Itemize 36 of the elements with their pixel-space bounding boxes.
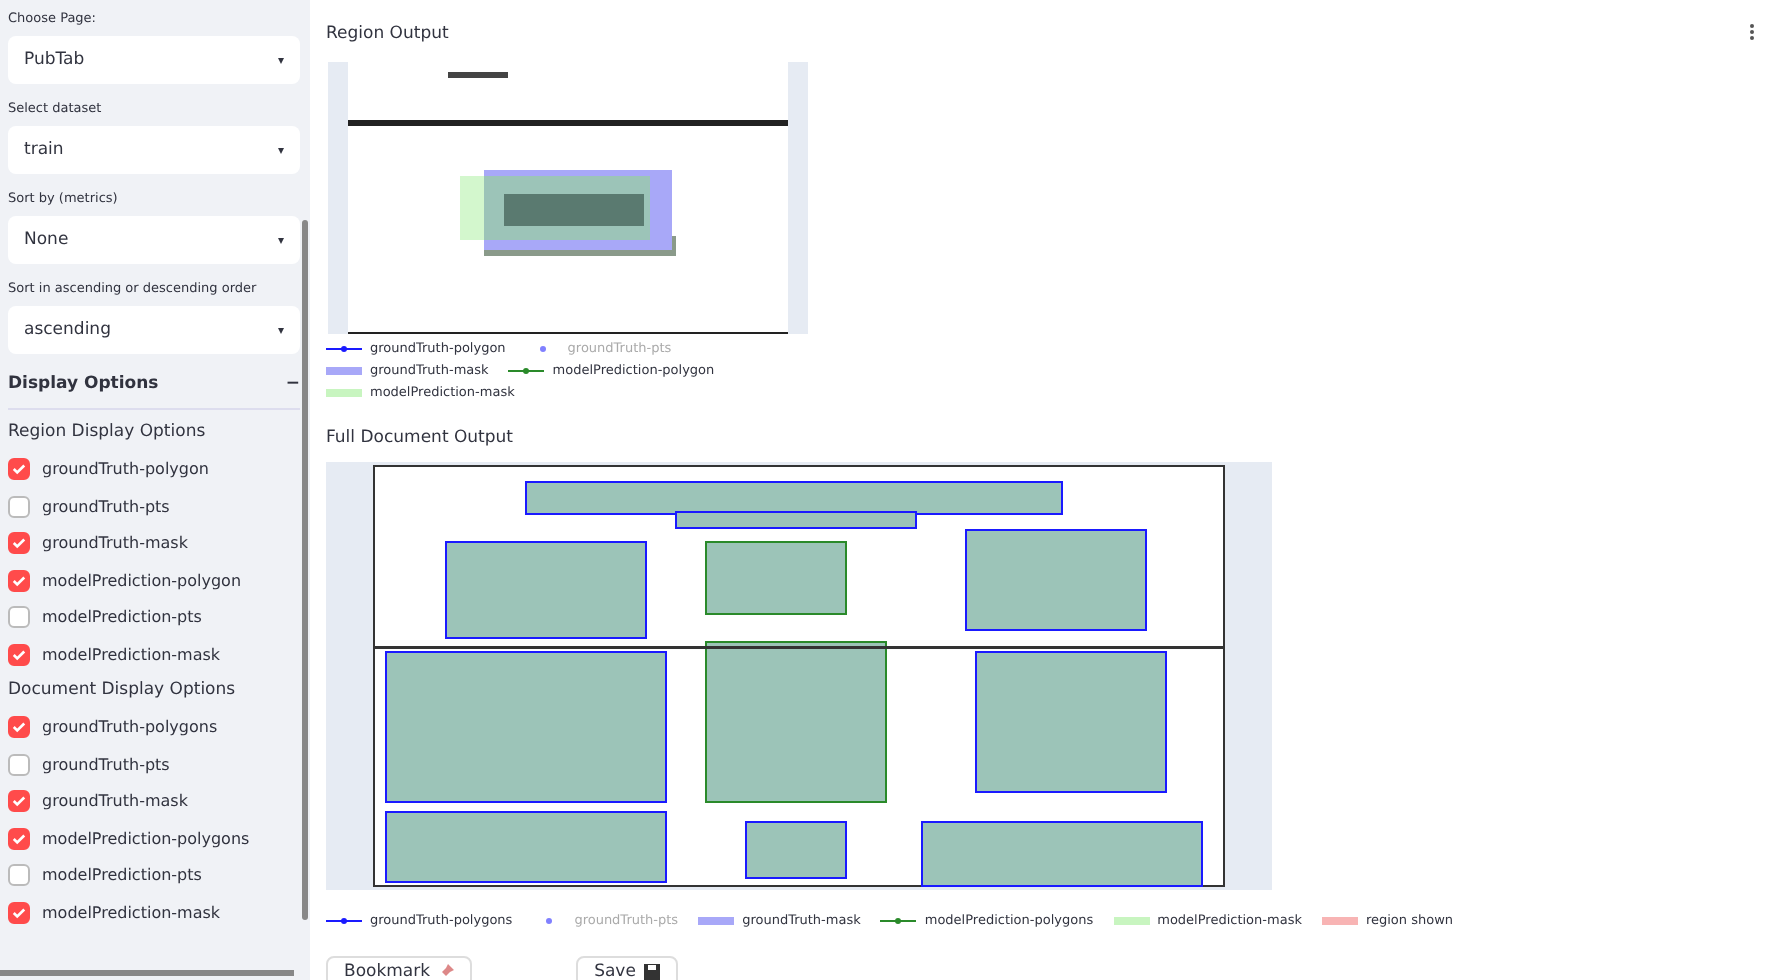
checkbox[interactable] [8,532,30,554]
pin-icon [438,964,455,980]
checkbox[interactable] [8,864,30,886]
checkbox[interactable] [8,790,30,812]
section-title: Region Output [326,24,449,46]
checkbox[interactable] [8,716,30,738]
group-title: Region Display Options [8,422,208,444]
checkbox-label: groundTruth-mask [42,790,188,812]
checkbox-label: modelPrediction-pts [42,606,202,628]
action-button[interactable]: Bookmark [326,956,473,980]
save-icon [643,964,660,980]
checkbox-label: modelPrediction-polygon [42,569,242,591]
checkbox[interactable] [8,495,30,517]
checkbox-label: groundTruth-polygon [42,458,209,480]
menu-icon[interactable] [1748,20,1756,44]
checkbox[interactable] [8,606,30,628]
section-title: Full Document Output [326,428,513,450]
checkbox[interactable] [8,643,30,665]
checkbox-label: modelPrediction-mask [42,643,221,665]
checkbox-label: groundTruth-polygons [42,716,218,738]
expander-header[interactable]: Display Options − [8,370,300,410]
group-title: Document Display Options [8,680,238,702]
checkbox[interactable] [8,901,30,923]
scrollbar[interactable] [302,220,308,920]
checkbox[interactable] [8,753,30,775]
checkbox-label: groundTruth-pts [42,495,170,517]
checkbox-label: modelPrediction-mask [42,901,221,923]
checkbox-label: groundTruth-pts [42,753,170,775]
scrollbar[interactable] [0,970,294,976]
checkbox-label: groundTruth-mask [42,532,188,554]
action-button[interactable]: Save [576,956,678,980]
checkbox-label: modelPrediction-pts [42,864,202,886]
checkbox-label: modelPrediction-polygons [42,827,250,849]
checkbox[interactable] [8,569,30,591]
checkbox[interactable] [8,827,30,849]
checkbox[interactable] [8,458,30,480]
